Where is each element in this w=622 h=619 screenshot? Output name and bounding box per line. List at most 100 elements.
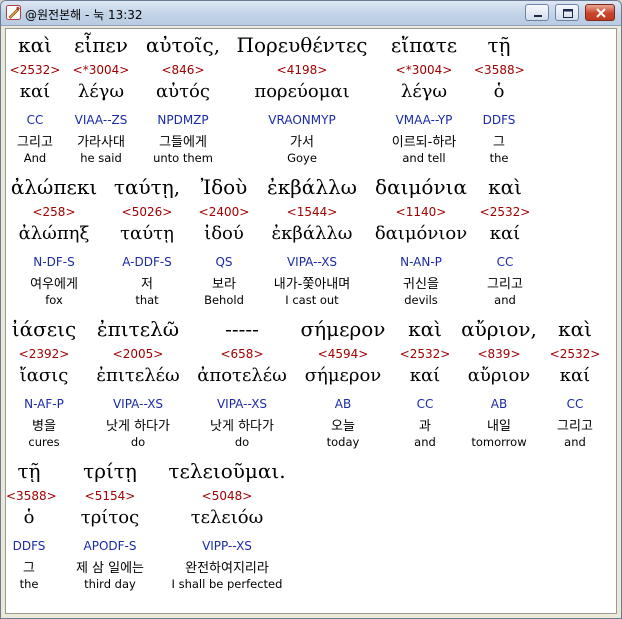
pencil-app-icon	[6, 5, 21, 20]
korean-gloss: 낫게 하다가	[106, 419, 170, 434]
parse-code: CC	[566, 397, 584, 411]
korean-gloss: 과	[419, 419, 431, 434]
lemma: ἰδού	[204, 223, 244, 244]
word-cell[interactable]: ταύτῃ, <5026> ταύτῃ A-DDF-S 저 that	[112, 175, 182, 315]
word-cell[interactable]: τελειοῦμαι. <5048> τελειόω VIPP--XS 완전하여…	[164, 459, 290, 599]
lemma: ἀποτελέω	[197, 365, 287, 386]
strong-number[interactable]: <1544>	[260, 205, 364, 219]
english-gloss: I cast out	[285, 293, 339, 307]
english-gloss: and	[414, 435, 436, 449]
korean-gloss: 오늘	[331, 419, 355, 434]
greek-word: -----	[225, 317, 259, 341]
strong-number[interactable]: <839>	[456, 347, 542, 361]
greek-word: τῇ	[487, 33, 511, 57]
greek-word: αὐτοῖς,	[145, 33, 221, 57]
strong-number[interactable]: <2005>	[88, 347, 188, 361]
lemma: δαιμόνιον	[374, 223, 468, 244]
word-cell[interactable]: καὶ <2532> καί CC 과 and	[398, 317, 452, 457]
word-cell[interactable]: εἶπεν <*3004> λέγω VIAA--ZS 가라사대 he said	[64, 33, 138, 173]
parse-code: N-AF-P	[24, 397, 64, 411]
strong-number[interactable]: <*3004>	[378, 63, 470, 77]
lemma: ταύτῃ	[120, 223, 174, 244]
maximize-button[interactable]	[555, 4, 579, 21]
english-gloss: And	[23, 151, 47, 165]
word-cell[interactable]: σήμερον <4594> σήμερον AB 오늘 today	[296, 317, 390, 457]
lemma: καί	[409, 365, 441, 386]
strong-number[interactable]: <3588>	[474, 63, 525, 77]
word-cell[interactable]: ----- <658> ἀποτελέω VIPA--XS 낫게 하다가 do	[192, 317, 292, 457]
korean-gloss: 그들에게	[159, 135, 207, 150]
strong-number[interactable]: <*3004>	[64, 63, 138, 77]
strong-number[interactable]: <4594>	[296, 347, 390, 361]
korean-gloss: 내가-쫓아내며	[273, 277, 351, 292]
close-button[interactable]	[585, 4, 615, 21]
lemma: ἐκβάλλω	[271, 223, 353, 244]
strong-number[interactable]: <2400>	[192, 205, 256, 219]
word-cell[interactable]: ἐπιτελῶ <2005> ἐπιτελέω VIPA--XS 낫게 하다가 …	[88, 317, 188, 457]
lemma: αὔριον	[467, 365, 531, 386]
parse-code: N-AN-P	[400, 255, 442, 269]
strong-number[interactable]: <3588>	[6, 489, 57, 503]
word-cell[interactable]: δαιμόνια <1140> δαιμόνιον N-AN-P 귀신을 dev…	[368, 175, 474, 315]
strong-number[interactable]: <846>	[142, 63, 224, 77]
lemma: ὁ	[23, 507, 35, 528]
word-cell[interactable]: καὶ <2532> καί CC 그리고 And	[6, 33, 64, 173]
korean-gloss: 그리고	[487, 277, 523, 292]
strong-number[interactable]: <2532>	[476, 205, 534, 219]
english-gloss: Behold	[204, 293, 244, 307]
korean-gloss: 그	[23, 561, 35, 576]
lemma: πορεύομαι	[254, 81, 350, 102]
english-gloss: I shall be perfected	[171, 577, 283, 591]
parse-code: VIPP--XS	[202, 539, 252, 553]
word-cell[interactable]: αὔριον, <839> αὔριον AB 내일 tomorrow	[456, 317, 542, 457]
greek-word: εἶπεν	[74, 33, 128, 57]
word-cell[interactable]: εἴπατε <*3004> λέγω VMAA--YP 이르되-하라 and …	[378, 33, 470, 173]
greek-word: καὶ	[488, 175, 522, 199]
english-gloss: devils	[404, 293, 438, 307]
verse-row-3: ἰάσεις <2392> ἴασις N-AF-P 병을 cures ἐπιτ…	[6, 317, 618, 457]
word-cell[interactable]: ἐκβάλλω <1544> ἐκβάλλω VIPA--XS 내가-쫓아내며 …	[260, 175, 364, 315]
english-gloss: Goye	[287, 151, 317, 165]
parse-code: AB	[334, 397, 352, 411]
greek-word: ἐκβάλλω	[267, 175, 357, 199]
title-bar[interactable]: @원전본해 - 눅 13:32	[1, 1, 621, 26]
strong-number[interactable]: <2532>	[544, 347, 606, 361]
strong-number[interactable]: <658>	[192, 347, 292, 361]
strong-number[interactable]: <1140>	[368, 205, 474, 219]
greek-word: Ἰδοὺ	[200, 175, 248, 199]
word-cell[interactable]: αὐτοῖς, <846> αὐτός NPDMZP 그들에게 unto the…	[142, 33, 224, 173]
lemma: ἀλώπηξ	[18, 223, 90, 244]
english-gloss: and	[564, 435, 586, 449]
strong-number[interactable]: <2532>	[398, 347, 452, 361]
word-cell[interactable]: καὶ <2532> καί CC 그리고 and	[544, 317, 606, 457]
verse-row-2: ἀλώπεκι <258> ἀλώπηξ N-DF-S 여우에게 fox ταύ…	[6, 175, 618, 315]
interlinear-panel[interactable]: καὶ <2532> καί CC 그리고 And εἶπεν <*3004> …	[5, 28, 617, 614]
strong-number[interactable]: <2532>	[6, 63, 64, 77]
english-gloss: he said	[80, 151, 122, 165]
english-gloss: today	[326, 435, 360, 449]
word-cell[interactable]: τῇ <3588> ὁ DDFS 그 the	[6, 459, 57, 599]
lemma: καί	[489, 223, 521, 244]
minimize-button[interactable]	[525, 4, 549, 21]
strong-number[interactable]: <5154>	[68, 489, 152, 503]
korean-gloss: 가서	[290, 135, 314, 150]
lemma: τρίτος	[80, 507, 140, 528]
strong-number[interactable]: <2392>	[6, 347, 82, 361]
word-cell[interactable]: καὶ <2532> καί CC 그리고 and	[476, 175, 534, 315]
app-window: @원전본해 - 눅 13:32 καὶ <2532> καί CC 그리고 An…	[0, 0, 622, 619]
strong-number[interactable]: <5026>	[112, 205, 182, 219]
word-cell[interactable]: Ἰδοὺ <2400> ἰδού QS 보라 Behold	[192, 175, 256, 315]
strong-number[interactable]: <4198>	[232, 63, 372, 77]
word-cell[interactable]: ἀλώπεκι <258> ἀλώπηξ N-DF-S 여우에게 fox	[6, 175, 102, 315]
word-cell[interactable]: τῇ <3588> ὁ DDFS 그 the	[474, 33, 525, 173]
parse-code: N-DF-S	[33, 255, 75, 269]
lemma: καί	[559, 365, 591, 386]
strong-number[interactable]: <258>	[6, 205, 102, 219]
korean-gloss: 제 삼 일에는	[75, 561, 145, 576]
parse-code: DDFS	[12, 539, 46, 553]
parse-code: A-DDF-S	[122, 255, 172, 269]
word-cell[interactable]: ἰάσεις <2392> ἴασις N-AF-P 병을 cures	[6, 317, 82, 457]
word-cell[interactable]: Πορευθέντες <4198> πορεύομαι VRAONMYP 가서…	[232, 33, 372, 173]
strong-number[interactable]: <5048>	[164, 489, 290, 503]
word-cell[interactable]: τρίτῃ <5154> τρίτος APODF-S 제 삼 일에는 thir…	[68, 459, 152, 599]
